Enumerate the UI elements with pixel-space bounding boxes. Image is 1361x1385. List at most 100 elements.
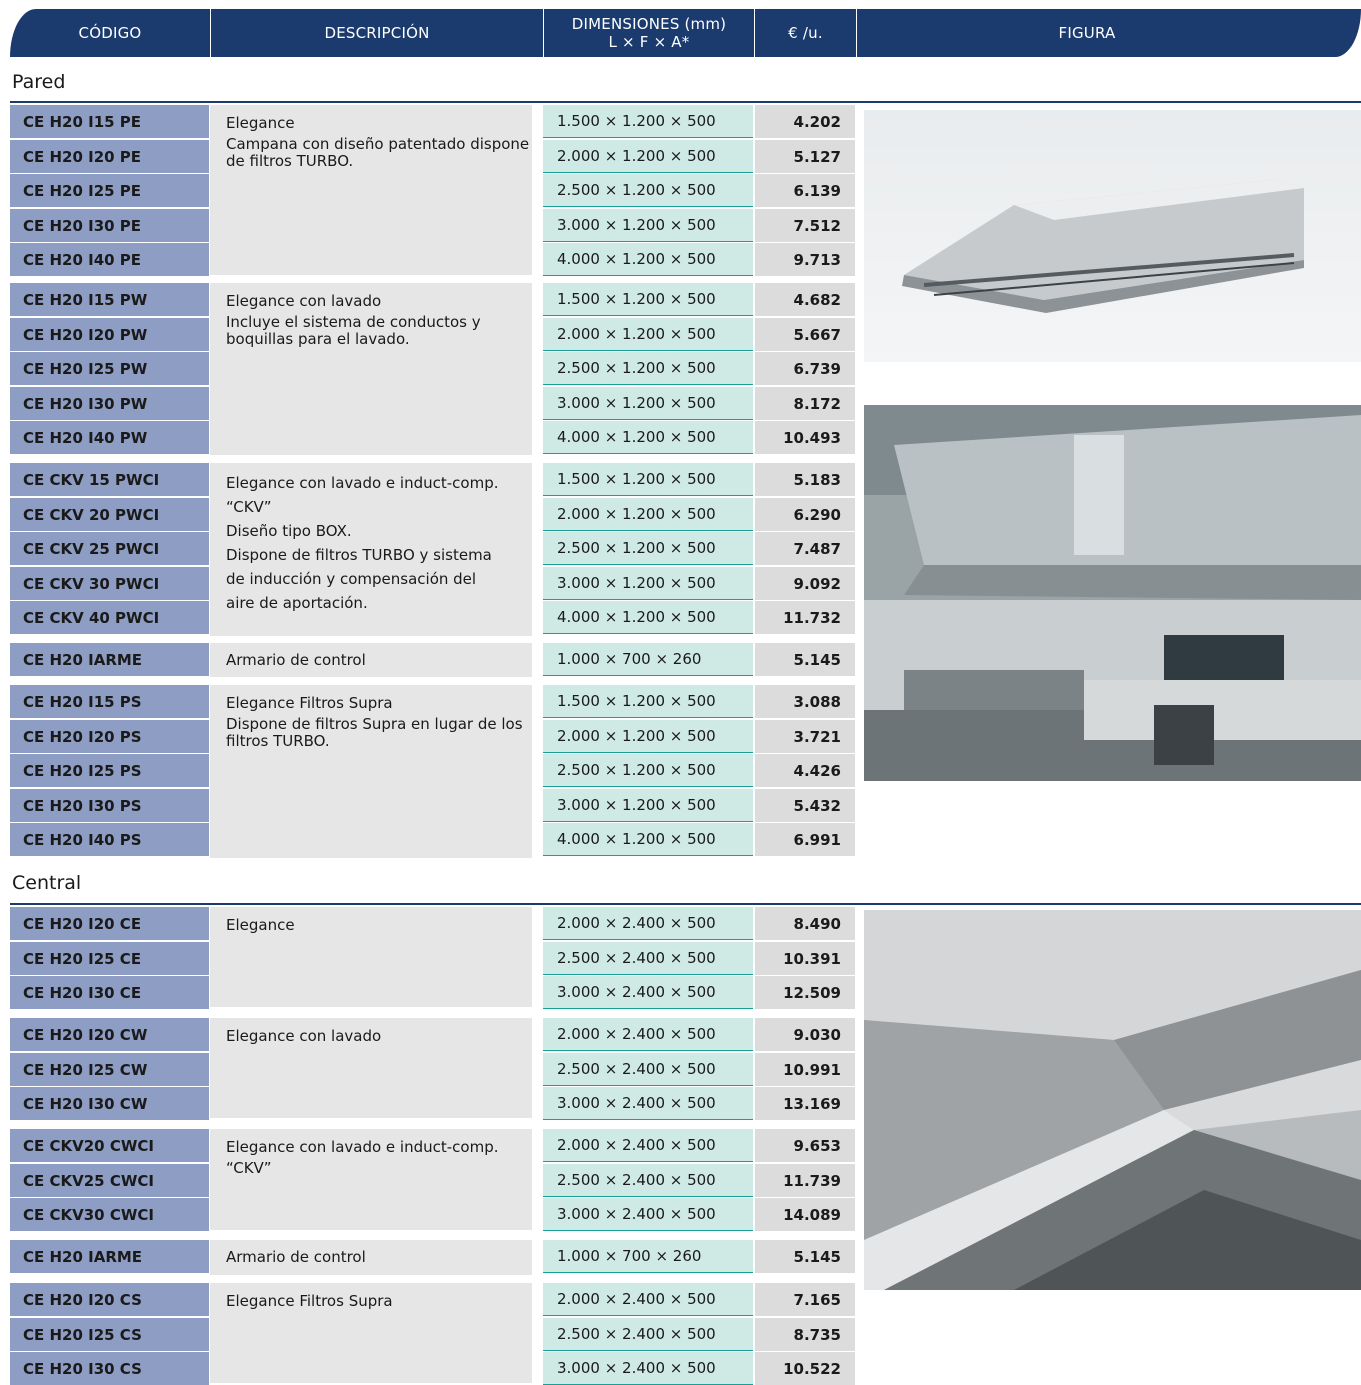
dimensions-value: 1.500 × 1.200 × 500 <box>543 283 753 316</box>
dimensions-value: 4.000 × 1.200 × 500 <box>543 601 753 634</box>
unit-price: 14.089 <box>755 1198 855 1231</box>
product-code: CE H20 I30 PS <box>10 789 209 822</box>
unit-price: 9.653 <box>755 1129 855 1162</box>
unit-price: 4.682 <box>755 283 855 316</box>
dimensions-value: 4.000 × 1.200 × 500 <box>543 823 753 856</box>
product-code: CE H20 I15 PS <box>10 685 209 718</box>
unit-price: 7.512 <box>755 209 855 242</box>
unit-price: 6.290 <box>755 498 855 531</box>
product-code: CE CKV 30 PWCI <box>10 567 209 600</box>
description-cell: Armario de control <box>210 1240 532 1275</box>
header-dimensiones-sub: L × F × A* <box>608 33 690 51</box>
unit-price: 3.088 <box>755 685 855 718</box>
product-code: CE H20 I20 PW <box>10 318 209 351</box>
central-hood-detail-photo <box>864 910 1361 1290</box>
unit-price: 5.145 <box>755 1240 855 1273</box>
description-cell: Elegance Campana con diseño patentado di… <box>210 105 532 275</box>
dimensions-value: 1.500 × 1.200 × 500 <box>543 685 753 718</box>
dimensions-value: 1.000 × 700 × 260 <box>543 643 753 676</box>
product-description-line: “CKV” <box>226 498 272 516</box>
dimensions-value: 2.500 × 2.400 × 500 <box>543 1164 753 1197</box>
header-precio: € /u. <box>788 24 823 42</box>
product-name: Elegance Filtros Supra <box>226 694 393 712</box>
product-description-line: Diseño tipo BOX. <box>226 522 352 540</box>
dimensions-value: 3.000 × 1.200 × 500 <box>543 789 753 822</box>
description-cell: Elegance con lavado Incluye el sistema d… <box>210 283 532 455</box>
dimensions-value: 2.000 × 2.400 × 500 <box>543 1018 753 1051</box>
description-cell: Elegance con lavado e induct-comp. “CKV” <box>210 1129 532 1230</box>
product-code: CE H20 I25 PS <box>10 754 209 787</box>
unit-price: 5.127 <box>755 140 855 173</box>
unit-price: 5.432 <box>755 789 855 822</box>
unit-price: 12.509 <box>755 976 855 1009</box>
product-code: CE CKV 40 PWCI <box>10 601 209 634</box>
dimensions-value: 3.000 × 1.200 × 500 <box>543 209 753 242</box>
header-figura: FIGURA <box>1058 24 1116 42</box>
product-code: CE H20 I25 PE <box>10 174 209 207</box>
product-code: CE H20 I20 CS <box>10 1283 209 1316</box>
product-description-line: Dispone de filtros TURBO y sistema <box>226 546 492 564</box>
header-codigo: CÓDIGO <box>78 24 142 42</box>
unit-price: 6.739 <box>755 352 855 385</box>
product-code: CE CKV 15 PWCI <box>10 463 209 496</box>
unit-price: 5.183 <box>755 463 855 496</box>
unit-price: 10.391 <box>755 942 855 975</box>
dimensions-value: 2.000 × 1.200 × 500 <box>543 720 753 753</box>
description-cell: Elegance con lavado e induct-comp. “CKV”… <box>210 463 532 636</box>
product-note: “CKV” <box>226 1159 272 1177</box>
dimensions-value: 2.000 × 2.400 × 500 <box>543 1129 753 1162</box>
dimensions-value: 3.000 × 1.200 × 500 <box>543 387 753 420</box>
dimensions-value: 3.000 × 1.200 × 500 <box>543 567 753 600</box>
product-name: Armario de control <box>226 1248 366 1266</box>
dimensions-value: 2.000 × 1.200 × 500 <box>543 140 753 173</box>
header-dimensiones-label: DIMENSIONES (mm) <box>571 15 727 33</box>
dimensions-value: 3.000 × 2.400 × 500 <box>543 976 753 1009</box>
header-dimensiones: DIMENSIONES (mm) L × F × A* <box>544 9 754 57</box>
dimensions-value: 3.000 × 2.400 × 500 <box>543 1352 753 1385</box>
product-name: Elegance con lavado <box>226 1027 382 1045</box>
dimensions-value: 4.000 × 1.200 × 500 <box>543 421 753 454</box>
product-code: CE H20 I25 CW <box>10 1053 209 1086</box>
unit-price: 13.169 <box>755 1087 855 1120</box>
product-code: CE H20 I15 PW <box>10 283 209 316</box>
product-code: CE H20 I30 CE <box>10 976 209 1009</box>
product-note: Campana con diseño patentado dispone de … <box>226 135 530 170</box>
unit-price: 8.172 <box>755 387 855 420</box>
unit-price: 4.202 <box>755 105 855 138</box>
product-code: CE CKV25 CWCI <box>10 1164 209 1197</box>
unit-price: 8.490 <box>755 907 855 940</box>
product-code: CE H20 I30 CW <box>10 1087 209 1120</box>
product-note: Dispone de filtros Supra en lugar de los… <box>226 715 523 750</box>
unit-price: 7.487 <box>755 532 855 565</box>
unit-price: 5.667 <box>755 318 855 351</box>
dimensions-value: 2.500 × 2.400 × 500 <box>543 942 753 975</box>
unit-price: 9.092 <box>755 567 855 600</box>
product-code: CE H20 I20 PE <box>10 140 209 173</box>
product-code: CE H20 I20 CE <box>10 907 209 940</box>
dimensions-value: 3.000 × 2.400 × 500 <box>543 1087 753 1120</box>
section-rule <box>10 903 1361 905</box>
dimensions-value: 1.000 × 700 × 260 <box>543 1240 753 1273</box>
product-code: CE H20 IARME <box>10 643 209 676</box>
product-name: Elegance Filtros Supra <box>226 1292 393 1310</box>
unit-price: 11.739 <box>755 1164 855 1197</box>
dimensions-value: 2.000 × 1.200 × 500 <box>543 318 753 351</box>
dimensions-value: 2.000 × 2.400 × 500 <box>543 907 753 940</box>
product-code: CE H20 I25 PW <box>10 352 209 385</box>
description-cell: Elegance Filtros Supra Dispone de filtro… <box>210 685 532 858</box>
dimensions-value: 2.000 × 1.200 × 500 <box>543 498 753 531</box>
unit-price: 11.732 <box>755 601 855 634</box>
product-description-line: de inducción y compensación del <box>226 570 477 588</box>
product-name: Elegance <box>226 916 295 934</box>
product-code: CE H20 I15 PE <box>10 105 209 138</box>
dimensions-value: 2.500 × 1.200 × 500 <box>543 352 753 385</box>
unit-price: 9.713 <box>755 243 855 276</box>
dimensions-value: 4.000 × 1.200 × 500 <box>543 243 753 276</box>
product-note: Incluye el sistema de conductos y boquil… <box>226 313 481 348</box>
product-code: CE CKV20 CWCI <box>10 1129 209 1162</box>
product-name: Elegance con lavado e induct-comp. <box>226 1138 499 1156</box>
product-code: CE H20 I40 PE <box>10 243 209 276</box>
table-header: CÓDIGO DESCRIPCIÓN DIMENSIONES (mm) L × … <box>10 9 1361 57</box>
description-cell: Armario de control <box>210 643 532 677</box>
dimensions-value: 2.500 × 2.400 × 500 <box>543 1318 753 1351</box>
